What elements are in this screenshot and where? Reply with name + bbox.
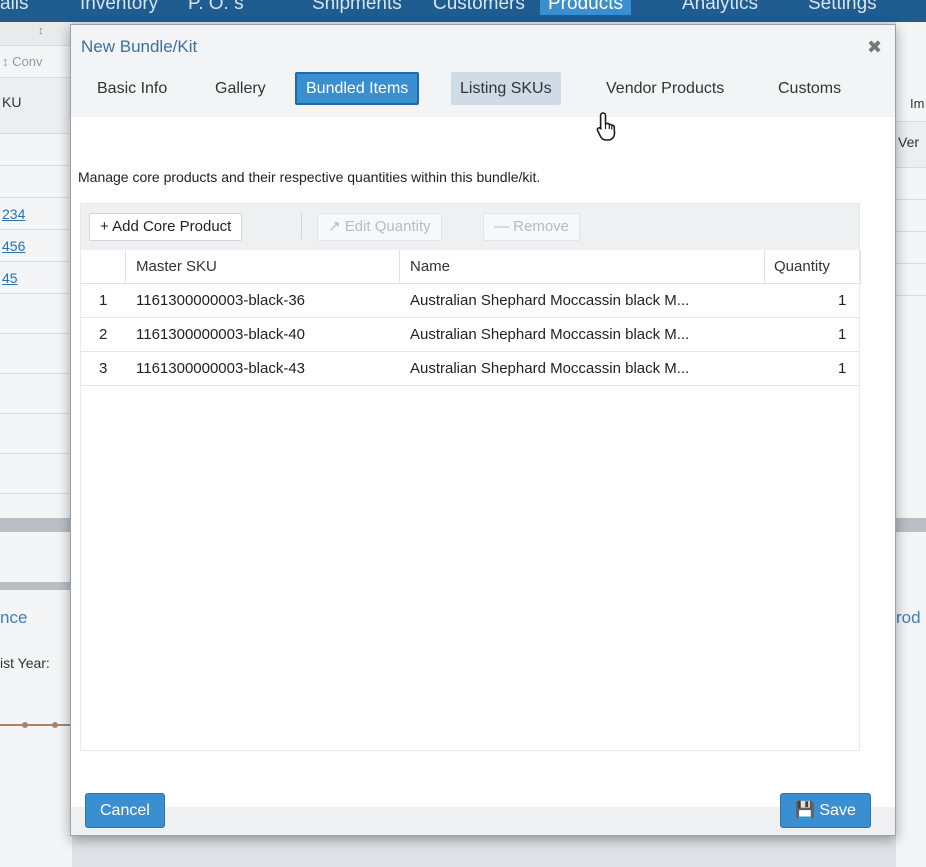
hand-pointer-icon bbox=[596, 112, 616, 141]
background-row bbox=[0, 294, 72, 334]
background-divider bbox=[0, 518, 72, 532]
nav-item-pos[interactable]: P. O. s bbox=[188, 0, 244, 15]
background-left-panel: ↕ ↕ Conv KU 234 456 45 nce ist Year: bbox=[0, 22, 72, 867]
background-row bbox=[0, 374, 72, 414]
quantity-cell: 1 bbox=[838, 292, 847, 309]
sort-arrow-icon[interactable]: ↕ bbox=[38, 25, 44, 37]
background-row bbox=[896, 232, 926, 264]
background-column-label: Ver bbox=[898, 134, 920, 150]
background-sku-link[interactable]: 45 bbox=[2, 270, 18, 286]
background-section-title: nce bbox=[0, 608, 28, 627]
nav-item-analytics[interactable]: Analytics bbox=[682, 0, 758, 15]
cancel-button[interactable]: Cancel bbox=[85, 793, 165, 828]
table-row[interactable]: 2 1161300000003-black-40 Australian Shep… bbox=[81, 318, 859, 352]
background-row bbox=[0, 334, 72, 374]
background-row bbox=[0, 414, 72, 454]
background-row: Im bbox=[896, 86, 926, 122]
top-navigation: ails Inventory P. O. s Shipments Custome… bbox=[0, 0, 926, 22]
toolbar-divider bbox=[301, 213, 302, 239]
edit-quantity-button[interactable]: ↗ Edit Quantity bbox=[317, 213, 442, 241]
background-row: 456 bbox=[0, 230, 72, 262]
background-header-row: KU bbox=[0, 78, 72, 134]
quantity-cell: 1 bbox=[838, 326, 847, 343]
grid-header: Master SKU Name Quantity bbox=[81, 250, 861, 284]
background-column-label: Im bbox=[910, 96, 925, 111]
dialog-title: New Bundle/Kit bbox=[81, 37, 198, 56]
master-sku-cell: 1161300000003-black-40 bbox=[136, 326, 306, 343]
background-divider bbox=[0, 582, 72, 590]
tab-vendor-products[interactable]: Vendor Products bbox=[597, 72, 733, 105]
background-chart-point bbox=[52, 722, 58, 728]
nav-item-customers[interactable]: Customers bbox=[433, 0, 525, 15]
background-row: ↕ Conv bbox=[0, 46, 72, 78]
bundled-items-grid: + Add Core Product ↗ Edit Quantity — Rem… bbox=[80, 203, 861, 751]
background-row bbox=[896, 168, 926, 200]
name-cell: Australian Shephard Moccassin black M... bbox=[410, 326, 690, 343]
column-header-name[interactable]: Name bbox=[400, 250, 765, 284]
background-column-label[interactable]: ↕ Conv bbox=[2, 54, 42, 69]
background-right-panel: Im Ver rod bbox=[896, 22, 926, 867]
master-sku-cell: 1161300000003-black-36 bbox=[136, 292, 306, 309]
background-section-title: rod bbox=[896, 608, 921, 627]
row-number: 3 bbox=[99, 360, 108, 377]
tab-bundled-items[interactable]: Bundled Items bbox=[295, 72, 420, 105]
nav-item-products[interactable]: Products bbox=[540, 0, 631, 15]
background-row bbox=[0, 166, 72, 198]
background-sku-link[interactable]: 234 bbox=[2, 206, 25, 222]
tab-listing-skus[interactable]: Listing SKUs bbox=[451, 72, 561, 105]
background-row bbox=[0, 134, 72, 166]
background-row: 234 bbox=[0, 198, 72, 230]
table-row[interactable]: 3 1161300000003-black-43 Australian Shep… bbox=[81, 352, 859, 386]
nav-item-shipments[interactable]: Shipments bbox=[312, 0, 402, 15]
remove-button[interactable]: — Remove bbox=[483, 213, 581, 241]
background-row bbox=[896, 264, 926, 296]
background-sku-header: KU bbox=[2, 94, 22, 110]
background-row: 45 bbox=[0, 262, 72, 294]
tab-customs[interactable]: Customs bbox=[769, 72, 850, 105]
nav-item-inventory[interactable]: Inventory bbox=[80, 0, 158, 15]
background-divider bbox=[896, 518, 926, 532]
bundle-description: Manage core products and their respectiv… bbox=[78, 169, 541, 185]
background-year-label: ist Year: bbox=[0, 655, 50, 671]
background-chart-point bbox=[22, 722, 28, 728]
background-row bbox=[0, 454, 72, 494]
add-core-product-button[interactable]: + Add Core Product bbox=[89, 213, 243, 241]
table-row[interactable]: 1 1161300000003-black-36 Australian Shep… bbox=[81, 284, 859, 318]
dialog-body: Manage core products and their respectiv… bbox=[71, 117, 895, 807]
column-header-master-sku[interactable]: Master SKU bbox=[126, 250, 400, 284]
row-number: 1 bbox=[99, 292, 108, 309]
background-filter-row: ↕ bbox=[0, 22, 72, 46]
row-number-header bbox=[81, 250, 126, 284]
row-number: 2 bbox=[99, 326, 108, 343]
dialog-footer bbox=[71, 807, 895, 835]
background-chart-line bbox=[0, 724, 72, 726]
name-cell: Australian Shephard Moccassin black M... bbox=[410, 292, 690, 309]
nav-item-settings[interactable]: Settings bbox=[808, 0, 877, 15]
quantity-cell: 1 bbox=[838, 360, 847, 377]
background-row bbox=[896, 200, 926, 232]
dialog-tabs: Basic Info Gallery Bundled Items Listing… bbox=[71, 72, 895, 108]
grid-toolbar: + Add Core Product ↗ Edit Quantity — Rem… bbox=[81, 204, 859, 250]
column-header-quantity[interactable]: Quantity bbox=[765, 250, 861, 284]
tab-basic-info[interactable]: Basic Info bbox=[88, 72, 176, 105]
tab-gallery[interactable]: Gallery bbox=[206, 72, 275, 105]
name-cell: Australian Shephard Moccassin black M... bbox=[410, 360, 690, 377]
save-button[interactable]: 💾 Save bbox=[780, 793, 871, 828]
background-header-row: Ver bbox=[896, 122, 926, 168]
close-icon[interactable]: ✖ bbox=[867, 37, 882, 58]
background-sku-link[interactable]: 456 bbox=[2, 238, 25, 254]
master-sku-cell: 1161300000003-black-43 bbox=[136, 360, 306, 377]
nav-item-details[interactable]: ails bbox=[0, 0, 29, 15]
new-bundle-kit-dialog: New Bundle/Kit ✖ Basic Info Gallery Bund… bbox=[70, 24, 896, 836]
